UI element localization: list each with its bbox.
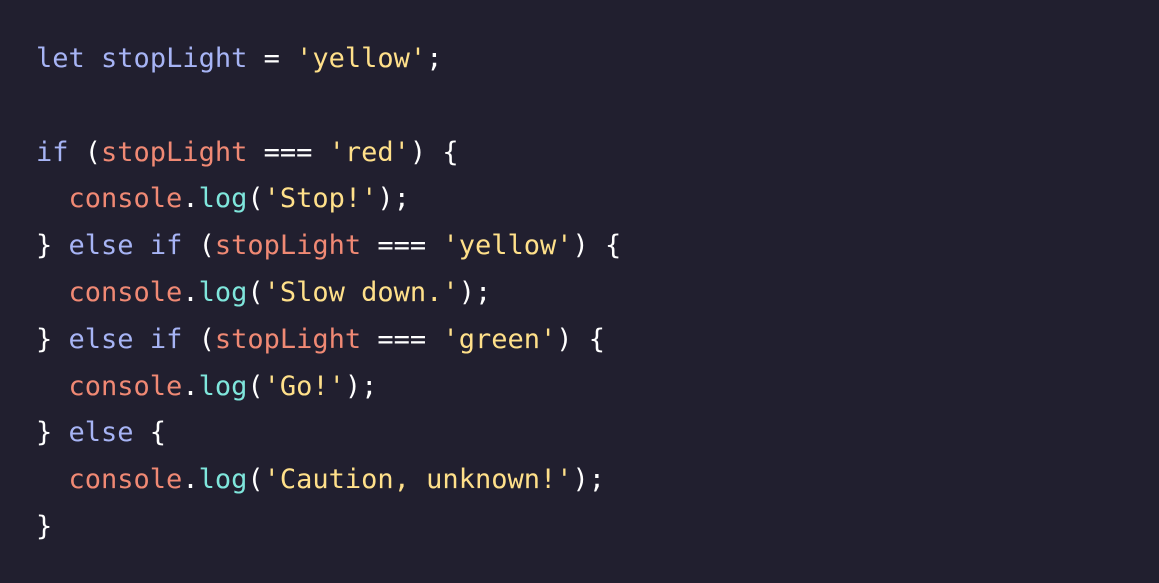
- code-line: } else if (stopLight === 'green') {: [36, 317, 1159, 364]
- code-line: console.log('Stop!');: [36, 176, 1159, 223]
- code-token-string: 'yellow': [296, 43, 427, 74]
- code-token-string: 'Caution, unknown!': [263, 464, 573, 496]
- code-line: } else {: [36, 410, 1159, 457]
- code-token-punct: (: [247, 276, 264, 308]
- code-token-var: stopLight: [214, 230, 362, 262]
- code-token-punct: (: [247, 464, 264, 496]
- code-line: } else if (stopLight === 'yellow') {: [36, 223, 1159, 270]
- code-token-punct: [134, 324, 150, 355]
- code-token-string: 'green': [442, 323, 557, 355]
- code-line: let stopLight = 'yellow';: [36, 36, 1159, 83]
- code-line: console.log('Slow down.');: [36, 270, 1159, 317]
- code-token-punct: ;: [426, 43, 443, 74]
- code-token-punct: .: [182, 183, 199, 215]
- code-token-punct: );: [458, 276, 492, 308]
- code-token-method: log: [198, 276, 248, 308]
- code-token-punct: ===: [247, 136, 329, 168]
- code-token-punct: (: [182, 323, 215, 355]
- code-token-punct: ===: [361, 230, 443, 262]
- code-token-punct: (: [68, 136, 102, 168]
- code-token-punct: .: [182, 464, 199, 496]
- code-token-punct: }: [36, 417, 69, 449]
- code-token-var: stopLight: [214, 323, 362, 355]
- code-line: if (stopLight === 'red') {: [36, 130, 1159, 177]
- code-line: ​: [36, 83, 1159, 130]
- code-token-string: 'Go!': [263, 370, 345, 402]
- code-token-punct: =: [247, 43, 297, 74]
- code-token-method: log: [198, 183, 248, 215]
- code-token-method: log: [198, 370, 248, 402]
- code-token-punct: .: [182, 370, 199, 402]
- code-token-ident: stopLight: [101, 43, 248, 74]
- code-token-punct: .: [182, 276, 199, 308]
- code-token-string: 'yellow': [442, 230, 573, 262]
- code-token-punct: ) {: [556, 323, 606, 355]
- code-token-punct: ===: [361, 323, 443, 355]
- code-token-punct: (: [247, 370, 264, 402]
- code-token-punct: ) {: [572, 230, 622, 262]
- code-token-keyword: let: [36, 43, 85, 74]
- code-token-punct: ) {: [409, 136, 459, 168]
- code-token-punct: }: [36, 230, 69, 262]
- code-block: let stopLight = 'yellow';​if (stopLight …: [0, 0, 1159, 583]
- code-token-punct: [134, 230, 150, 261]
- code-token-obj: console: [68, 370, 183, 402]
- code-token-punct: [36, 183, 69, 214]
- code-token-keyword: if: [36, 136, 69, 168]
- code-token-obj: console: [68, 183, 183, 215]
- code-line: console.log('Caution, unknown!');: [36, 457, 1159, 504]
- code-token-punct: {: [133, 417, 167, 449]
- code-token-punct: );: [377, 183, 410, 215]
- code-token-punct: }: [36, 323, 69, 355]
- code-token-method: log: [198, 464, 248, 496]
- code-token-keyword: else: [68, 230, 134, 262]
- code-token-obj: console: [68, 276, 183, 308]
- code-token-punct: (: [182, 230, 215, 262]
- code-token-keyword: else: [68, 323, 134, 355]
- code-token-punct: }: [36, 510, 53, 542]
- code-token-punct: [36, 277, 69, 308]
- code-line: }: [36, 504, 1159, 551]
- code-token-punct: [85, 43, 101, 74]
- code-token-punct: [36, 371, 69, 402]
- code-token-string: 'red': [328, 136, 410, 168]
- code-token-var: stopLight: [101, 136, 248, 168]
- code-token-keyword: if: [149, 230, 183, 262]
- code-token-string: 'Slow down.': [263, 276, 459, 308]
- code-line: console.log('Go!');: [36, 364, 1159, 411]
- code-token-keyword: else: [68, 417, 134, 449]
- code-token-punct: );: [572, 464, 605, 496]
- code-token-punct: );: [344, 370, 378, 402]
- code-token-punct: [36, 464, 69, 495]
- code-listing: let stopLight = 'yellow';​if (stopLight …: [36, 36, 1159, 551]
- code-token-keyword: if: [149, 323, 183, 355]
- code-token-punct: (: [247, 183, 264, 215]
- code-token-string: 'Stop!': [263, 183, 378, 215]
- code-token-obj: console: [68, 464, 183, 496]
